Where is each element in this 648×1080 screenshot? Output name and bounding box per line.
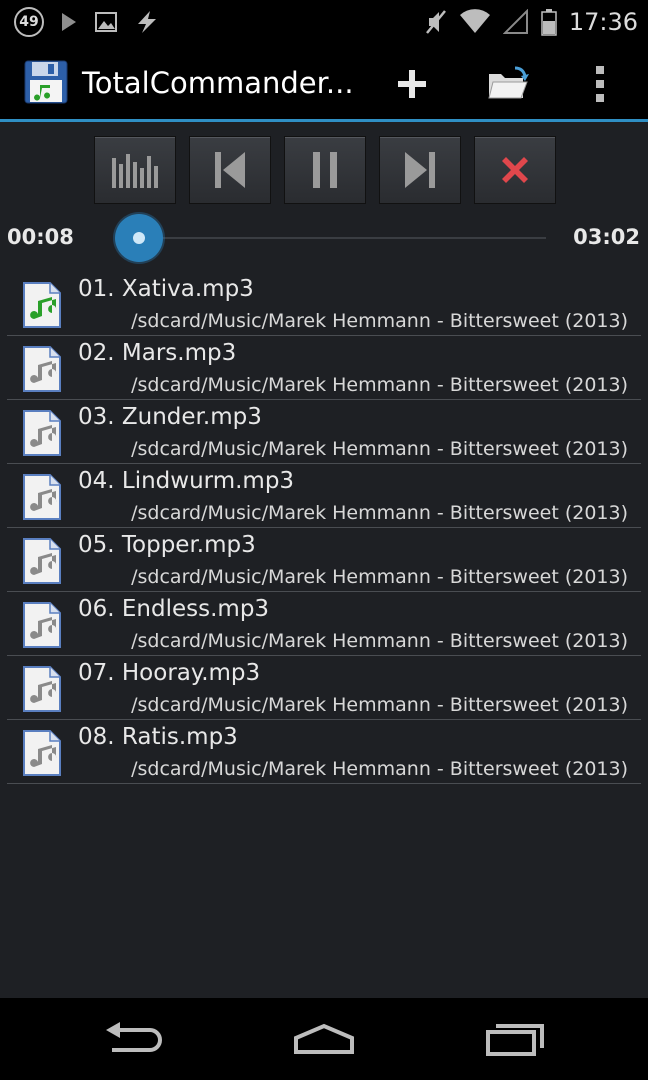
- track-path: /sdcard/Music/Marek Hemmann - Bitterswee…: [131, 758, 628, 780]
- equalizer-button[interactable]: [94, 136, 176, 204]
- track-path: /sdcard/Music/Marek Hemmann - Bitterswee…: [131, 310, 628, 332]
- track-path: /sdcard/Music/Marek Hemmann - Bitterswee…: [131, 694, 628, 716]
- open-folder-icon[interactable]: [487, 66, 529, 102]
- track-path: /sdcard/Music/Marek Hemmann - Bitterswee…: [131, 566, 628, 588]
- track-name: 03. Zunder.mp3: [78, 404, 262, 430]
- equalizer-icon: [112, 154, 158, 188]
- audio-file-icon: [23, 282, 61, 328]
- action-bar: TotalCommander...: [0, 44, 648, 122]
- flash-icon: [138, 11, 156, 33]
- track-row[interactable]: 02. Mars.mp3/sdcard/Music/Marek Hemmann …: [7, 336, 641, 400]
- seek-thumb[interactable]: [114, 214, 163, 262]
- track-row[interactable]: 05. Topper.mp3/sdcard/Music/Marek Hemman…: [7, 528, 641, 592]
- previous-button[interactable]: [189, 136, 271, 204]
- stop-button[interactable]: [474, 136, 556, 204]
- signal-icon: [502, 9, 528, 34]
- status-bar: 49 17:36: [0, 0, 648, 44]
- track-row[interactable]: 04. Lindwurm.mp3/sdcard/Music/Marek Hemm…: [7, 464, 641, 528]
- back-icon[interactable]: [104, 1020, 166, 1060]
- seek-bar[interactable]: [120, 237, 546, 239]
- notification-count-badge: 49: [14, 7, 44, 37]
- elapsed-time: 00:08: [7, 225, 74, 249]
- audio-file-icon: [23, 346, 61, 392]
- wifi-icon: [459, 9, 490, 34]
- close-icon: [502, 157, 528, 183]
- track-row[interactable]: 03. Zunder.mp3/sdcard/Music/Marek Hemman…: [7, 400, 641, 464]
- track-name: 06. Endless.mp3: [78, 596, 270, 622]
- add-icon[interactable]: [396, 64, 428, 104]
- overflow-menu-icon[interactable]: [594, 64, 606, 104]
- skip-next-icon: [405, 152, 435, 188]
- track-row[interactable]: 01. Xativa.mp3/sdcard/Music/Marek Hemman…: [7, 272, 641, 336]
- track-name: 02. Mars.mp3: [78, 340, 237, 366]
- next-button[interactable]: [379, 136, 461, 204]
- pause-icon: [313, 152, 337, 188]
- home-icon[interactable]: [292, 1020, 356, 1060]
- play-store-icon: [62, 13, 76, 31]
- app-logo-icon[interactable]: [24, 60, 68, 104]
- track-name: 08. Ratis.mp3: [78, 724, 238, 750]
- track-path: /sdcard/Music/Marek Hemmann - Bitterswee…: [131, 438, 628, 460]
- track-row[interactable]: 08. Ratis.mp3/sdcard/Music/Marek Hemmann…: [7, 720, 641, 784]
- pause-button[interactable]: [284, 136, 366, 204]
- battery-icon: [541, 9, 557, 36]
- clock: 17:36: [568, 8, 638, 36]
- audio-file-icon: [23, 730, 61, 776]
- track-name: 05. Topper.mp3: [78, 532, 256, 558]
- audio-file-icon: [23, 474, 61, 520]
- track-path: /sdcard/Music/Marek Hemmann - Bitterswee…: [131, 374, 628, 396]
- audio-file-icon: [23, 538, 61, 584]
- track-path: /sdcard/Music/Marek Hemmann - Bitterswee…: [131, 502, 628, 524]
- track-name: 04. Lindwurm.mp3: [78, 468, 295, 494]
- track-row[interactable]: 06. Endless.mp3/sdcard/Music/Marek Hemma…: [7, 592, 641, 656]
- player-controls: [94, 136, 556, 204]
- total-duration: 03:02: [573, 225, 640, 249]
- recent-apps-icon[interactable]: [484, 1020, 546, 1060]
- track-name: 07. Hooray.mp3: [78, 660, 261, 686]
- skip-previous-icon: [215, 152, 245, 188]
- track-row[interactable]: 07. Hooray.mp3/sdcard/Music/Marek Hemman…: [7, 656, 641, 720]
- gallery-icon: [95, 12, 117, 32]
- track-path: /sdcard/Music/Marek Hemmann - Bitterswee…: [131, 630, 628, 652]
- navigation-bar: [0, 998, 648, 1080]
- track-name: 01. Xativa.mp3: [78, 276, 254, 302]
- track-list: 01. Xativa.mp3/sdcard/Music/Marek Hemman…: [7, 272, 641, 784]
- app-title: TotalCommander...: [82, 66, 354, 100]
- muted-icon: [425, 10, 446, 34]
- audio-file-icon: [23, 602, 61, 648]
- audio-file-icon: [23, 666, 61, 712]
- audio-file-icon: [23, 410, 61, 456]
